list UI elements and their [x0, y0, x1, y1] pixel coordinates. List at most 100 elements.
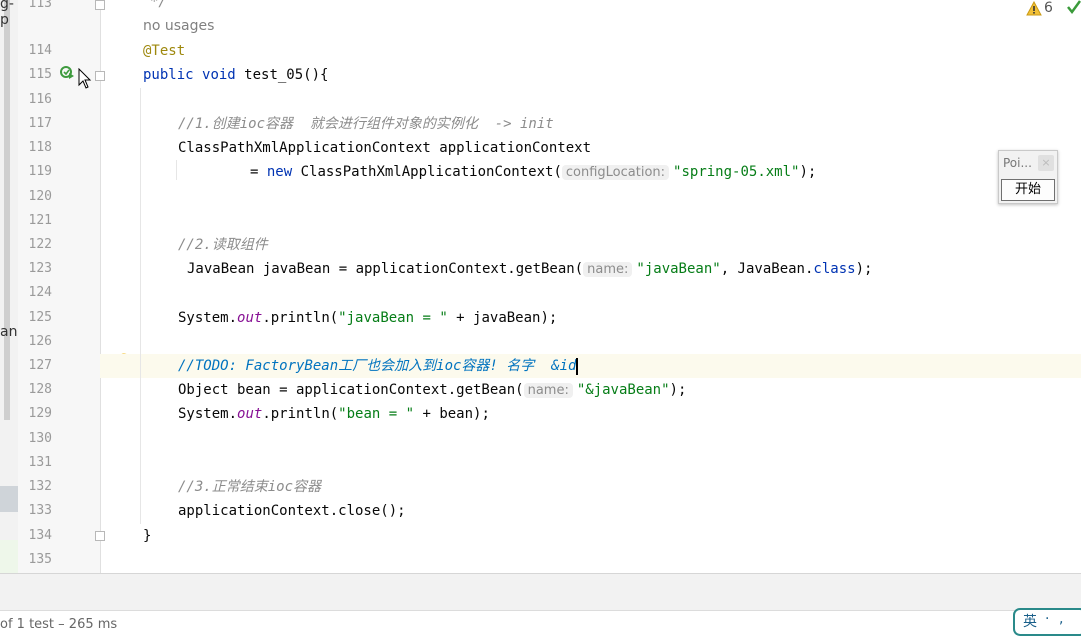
line-number: 131 — [28, 455, 52, 470]
test-summary-text: of 1 test – 265 ms — [0, 617, 118, 632]
code-text: applicationContext.close(); — [178, 503, 406, 519]
code-line-122[interactable]: //2.读取组件 — [178, 233, 268, 257]
line-number: 114 — [28, 43, 52, 58]
line-number: 122 — [28, 237, 52, 252]
code-line-115[interactable]: public void test_05(){ — [143, 63, 328, 87]
line-number: 116 — [28, 92, 52, 107]
line-number: 115 — [28, 67, 52, 82]
panel-selected-row[interactable] — [0, 486, 18, 512]
comment-create-ioc: //1.创建ioc容器 就会进行组件对象的实例化 -> init — [178, 116, 554, 132]
line-number: 127 — [28, 358, 52, 373]
string-literal: "javaBean = " — [338, 310, 448, 326]
run-test-icon[interactable] — [60, 66, 74, 80]
code-text: ); — [799, 164, 817, 180]
string-literal: "&javaBean" — [576, 382, 670, 398]
line-number: 118 — [28, 140, 52, 155]
code-text: + javaBean); — [447, 310, 558, 326]
code-text: System. — [178, 406, 238, 422]
code-line-129[interactable]: System.out.println("bean = " + bean); — [178, 402, 490, 426]
keyword-class: class — [813, 261, 856, 277]
param-hint-configlocation: configLocation: — [561, 165, 670, 180]
line-number: 121 — [28, 213, 52, 228]
ime-indicator[interactable]: 英 · , — [1013, 608, 1081, 636]
code-line-128[interactable]: Object bean = applicationContext.getBean… — [178, 378, 686, 402]
ime-language: 英 — [1023, 614, 1037, 630]
comment-close-ioc: //3.正常结束ioc容器 — [178, 479, 322, 495]
panel-scrollbar[interactable] — [4, 0, 10, 420]
closing-brace: } — [143, 528, 152, 544]
string-literal: "spring-05.xml" — [673, 164, 800, 180]
comment-read-bean: //2.读取组件 — [178, 237, 268, 253]
line-number: 134 — [28, 528, 52, 543]
code-line-132[interactable]: //3.正常结束ioc容器 — [178, 475, 321, 499]
code-line-134[interactable]: } — [143, 524, 151, 548]
todo-comment: //TODO: FactoryBean工厂也会加入到ioc容器! 名字 &id — [178, 358, 577, 374]
code-text: ); — [669, 382, 687, 398]
line-number: 129 — [28, 406, 52, 421]
code-line-123[interactable]: JavaBean javaBean = applicationContext.g… — [187, 257, 872, 281]
status-bar: of 1 test – 265 ms — [0, 610, 1081, 632]
assign-text: = — [250, 164, 267, 180]
code-line-114[interactable]: @Test — [143, 39, 185, 63]
line-number: 117 — [28, 116, 52, 131]
line-number: 126 — [28, 334, 52, 349]
check-icon[interactable] — [1066, 0, 1081, 16]
line-number: 123 — [28, 261, 52, 276]
usages-hint[interactable]: no usages — [143, 14, 214, 38]
code-line-127[interactable]: //TODO: FactoryBean工厂也会加入到ioc容器! 名字 &id — [178, 354, 579, 378]
warning-icon — [1026, 0, 1042, 15]
popup-close-button[interactable]: × — [1038, 155, 1054, 171]
code-text: Object bean = applicationContext.getBean… — [178, 382, 524, 398]
code-line-125[interactable]: System.out.println("javaBean = " + javaB… — [178, 306, 557, 330]
method-signature: test_05(){ — [235, 67, 329, 83]
panel-text-fragment: an — [0, 324, 18, 340]
floating-tool-window[interactable]: Poi... × 开始 — [998, 150, 1058, 204]
keyword-new: new — [266, 164, 293, 180]
constructor-text: ClassPathXmlApplicationContext( — [292, 164, 562, 180]
panel-text-fragment: g-p — [0, 0, 14, 28]
line-number: 133 — [28, 503, 52, 518]
panel-highlight-row — [0, 540, 18, 573]
line-number: 128 — [28, 382, 52, 397]
start-button[interactable]: 开始 — [1001, 179, 1055, 201]
code-text: System. — [178, 310, 238, 326]
string-literal: "bean = " — [338, 406, 415, 422]
mouse-pointer-icon — [78, 68, 92, 89]
line-number: 135 — [28, 552, 52, 567]
code-text: + bean); — [414, 406, 490, 422]
indent-guide — [140, 88, 141, 524]
project-panel-edge: g-p an — [0, 0, 19, 573]
param-hint-name: name: — [523, 383, 573, 398]
comment-end: */ — [150, 0, 167, 10]
line-number: 113 — [28, 0, 52, 11]
fold-marker[interactable] — [95, 71, 105, 81]
code-text: .println( — [262, 310, 339, 326]
keyword-void: void — [202, 67, 236, 83]
fold-marker[interactable] — [95, 531, 105, 541]
ime-punctuation: , — [1059, 611, 1064, 627]
line-number: 120 — [28, 189, 52, 204]
code-text: , JavaBean. — [720, 261, 814, 277]
code-line-118[interactable]: ClassPathXmlApplicationContext applicati… — [178, 136, 591, 160]
line-number: 124 — [28, 285, 52, 300]
inspection-widget[interactable]: 6 — [1026, 0, 1053, 16]
code-line-119[interactable]: = new ClassPathXmlApplicationContext(con… — [250, 160, 816, 184]
static-field-out: out — [237, 406, 263, 422]
indent-guide — [176, 160, 177, 180]
code-line-113[interactable]: */ — [150, 0, 167, 14]
code-text: JavaBean javaBean = applicationContext.g… — [187, 261, 584, 277]
keyword-public: public — [143, 67, 194, 83]
declaration-text: ClassPathXmlApplicationContext applicati… — [178, 140, 592, 156]
text-caret — [576, 357, 579, 375]
usages-label: no usages — [143, 18, 215, 34]
code-line-133[interactable]: applicationContext.close(); — [178, 499, 406, 523]
string-literal: "javaBean" — [636, 261, 721, 277]
popup-title: Poi... — [1003, 156, 1032, 170]
line-number: 125 — [28, 310, 52, 325]
fold-marker[interactable] — [95, 0, 105, 10]
code-line-117[interactable]: //1.创建ioc容器 就会进行组件对象的实例化 -> init — [178, 112, 554, 136]
param-hint-name: name: — [583, 262, 633, 277]
horizontal-scroll-area — [0, 573, 1081, 611]
line-number: 119 — [28, 164, 52, 179]
code-text: ); — [855, 261, 873, 277]
